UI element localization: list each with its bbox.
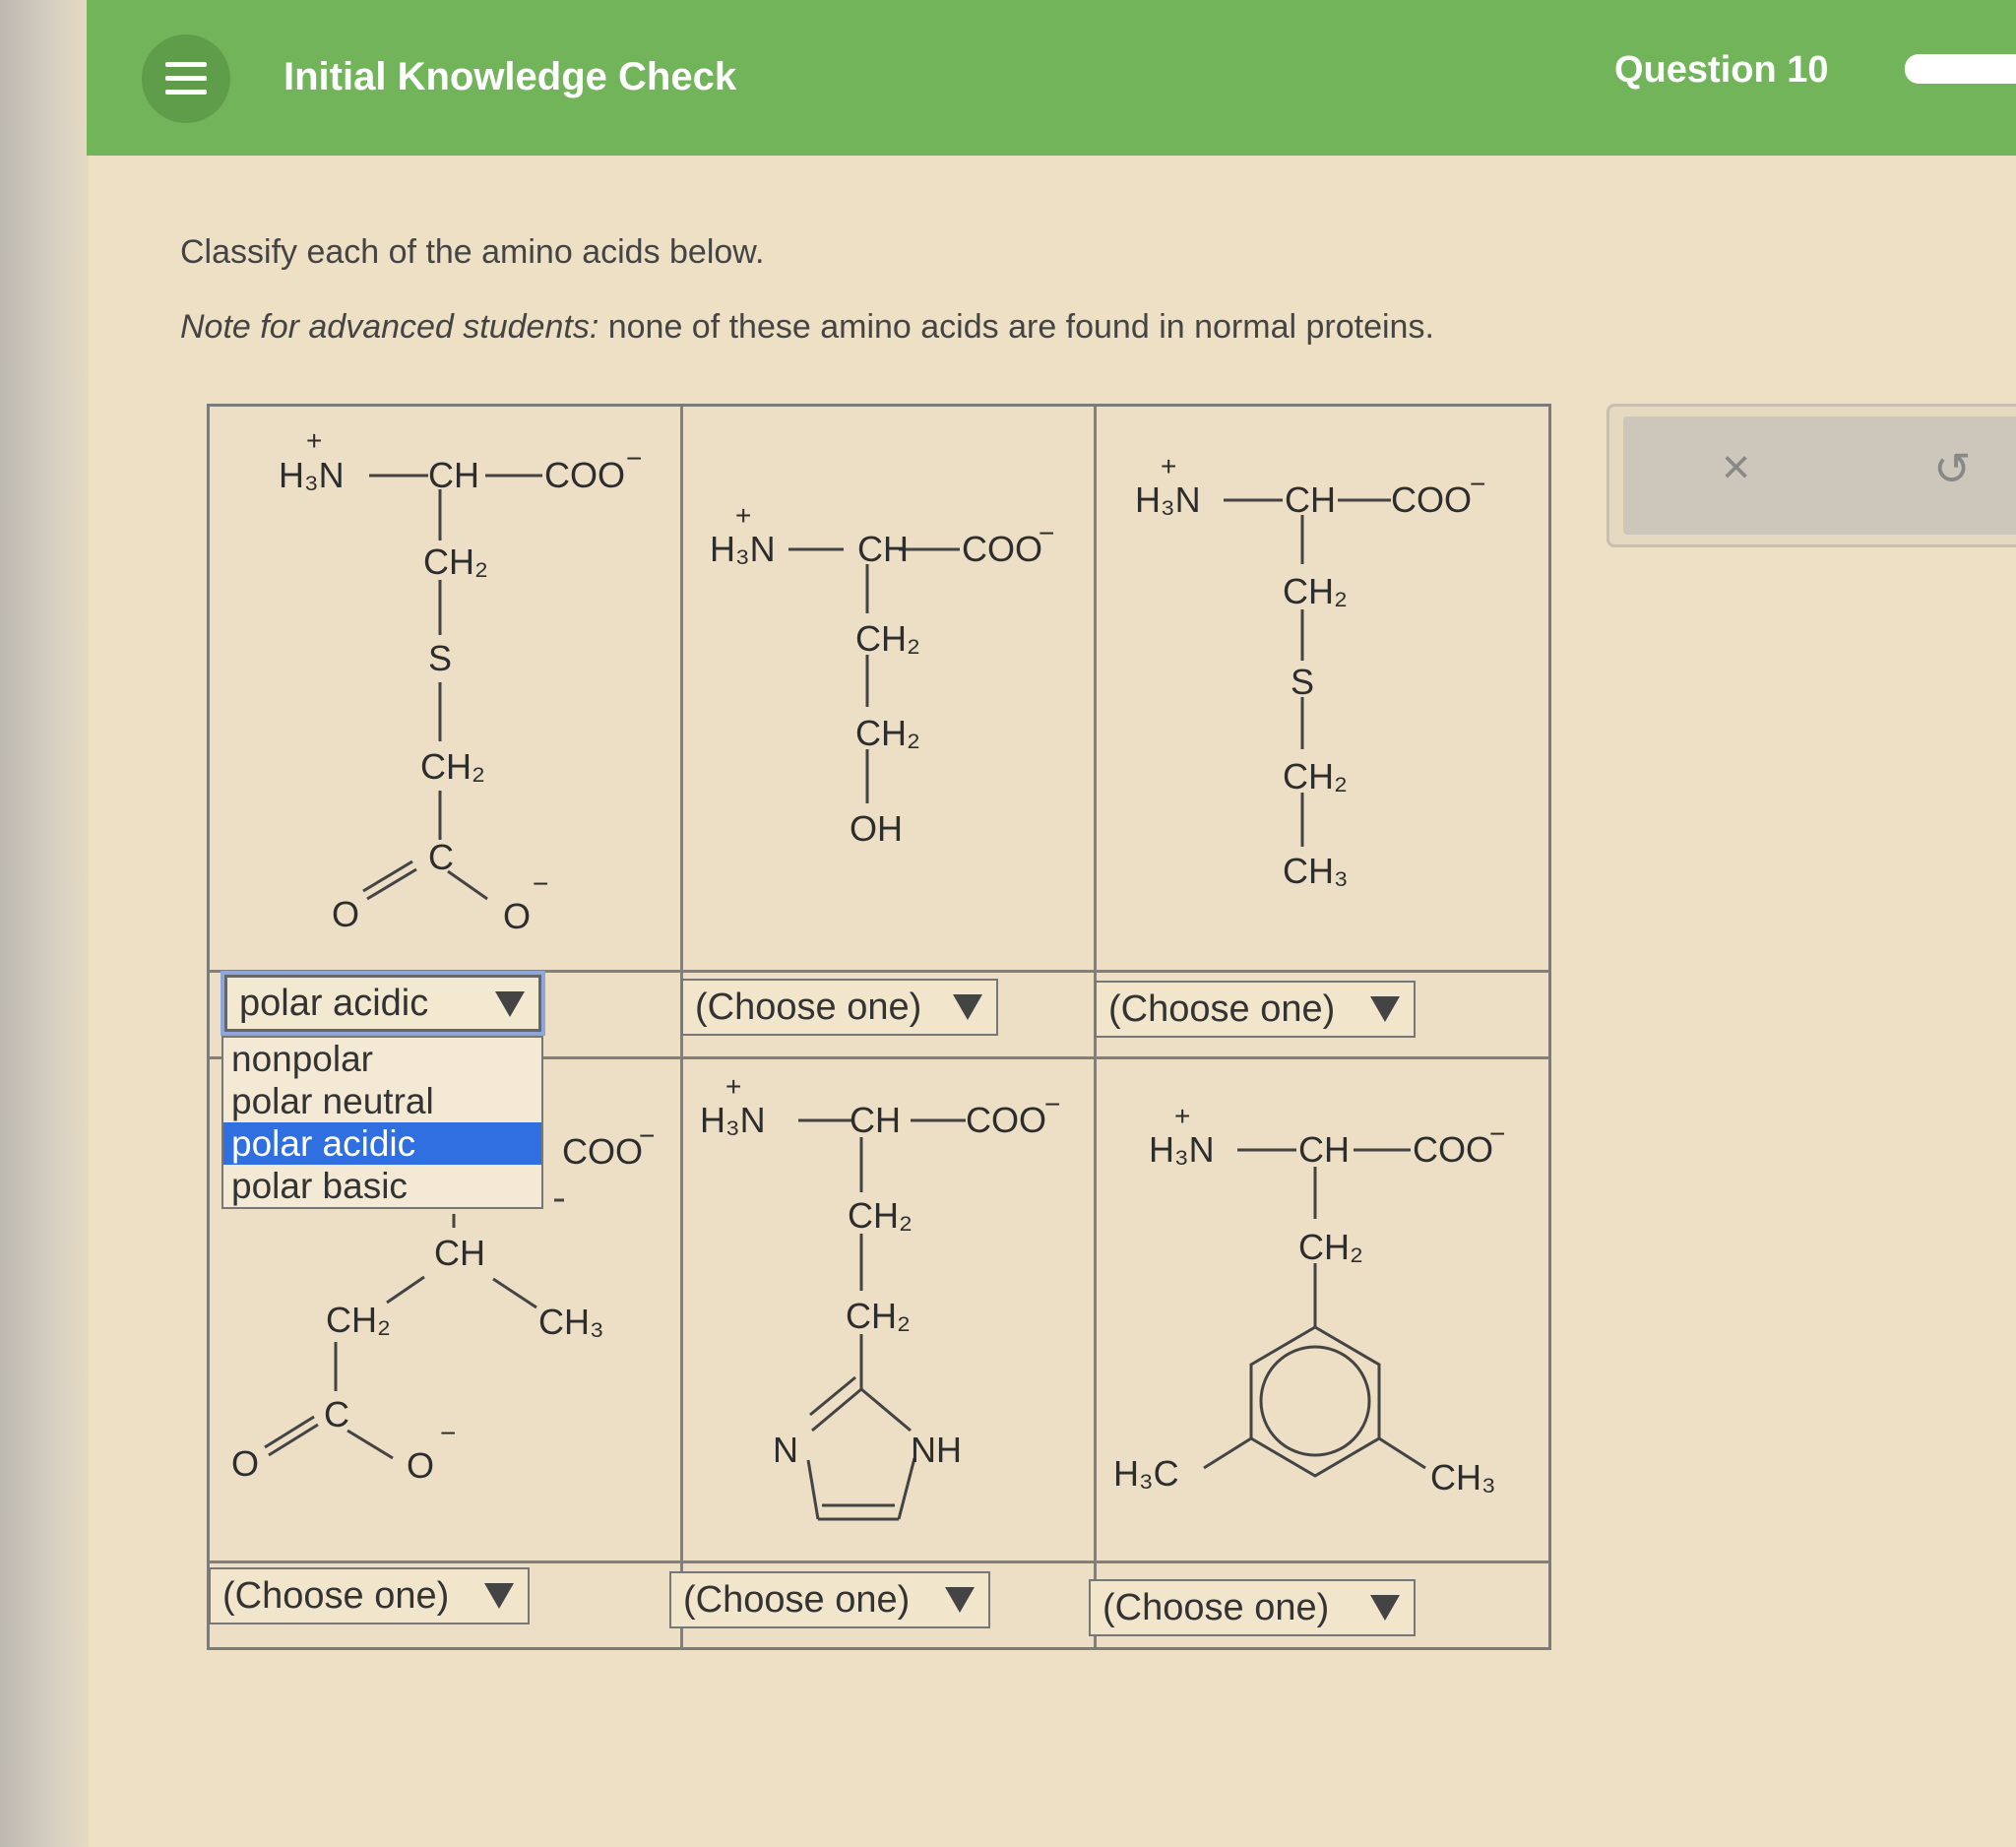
- plus-charge: +: [1161, 451, 1176, 481]
- chevron-down-icon: [484, 1583, 514, 1609]
- tool-panel: × ↺: [1606, 404, 2016, 547]
- s-label: S: [1291, 662, 1314, 702]
- select-value: (Choose one): [695, 986, 922, 1028]
- h3n-label: H₃N: [700, 1100, 766, 1140]
- coo-label: COO: [544, 455, 625, 495]
- o-label: O: [332, 894, 359, 934]
- undo-icon[interactable]: ↺: [1933, 442, 1972, 495]
- ch2-label: CH₂: [420, 746, 485, 787]
- coo-label: COO: [966, 1100, 1046, 1140]
- question-number: Question 10: [1614, 49, 1829, 91]
- chevron-down-icon: [1370, 996, 1400, 1022]
- classify-select-2[interactable]: (Choose one): [681, 979, 998, 1036]
- coo-label: COO: [1391, 479, 1472, 520]
- select-value: (Choose one): [1102, 1586, 1330, 1628]
- nh-label: NH: [911, 1430, 962, 1470]
- minus-charge: −: [1044, 1089, 1060, 1119]
- option-polar-acidic[interactable]: polar acidic: [223, 1122, 541, 1165]
- ch2-label: CH₂: [326, 1300, 391, 1340]
- ch-label: CH: [1285, 479, 1336, 520]
- ch2-label: CH₂: [1298, 1227, 1363, 1267]
- ch3-label: CH₃: [1430, 1457, 1496, 1497]
- chevron-down-icon: [1370, 1595, 1400, 1621]
- tool-panel-inner: × ↺: [1623, 416, 2016, 535]
- ch2-label: CH₂: [855, 713, 920, 753]
- o-label: O: [231, 1443, 259, 1484]
- h3c-label: H₃C: [1113, 1453, 1179, 1494]
- coo-label: COO: [962, 529, 1042, 569]
- advanced-note: Note for advanced students: none of thes…: [180, 308, 1434, 347]
- ch3-label: CH₃: [1283, 851, 1349, 891]
- plus-charge: +: [1174, 1101, 1190, 1131]
- classify-select-1[interactable]: polar acidic: [220, 971, 545, 1036]
- ch2-label: CH₂: [1283, 571, 1348, 611]
- minus-charge: −: [533, 868, 548, 899]
- ch2-label: CH₂: [1283, 756, 1348, 796]
- ch-label: CH: [428, 455, 479, 495]
- option-polar-basic[interactable]: polar basic: [223, 1165, 541, 1207]
- h3n-label: H₃N: [1149, 1129, 1215, 1170]
- note-label: Note for advanced students:: [180, 308, 599, 346]
- minus-charge: −: [1489, 1118, 1505, 1149]
- select-value: polar acidic: [239, 982, 429, 1024]
- ch2-label: CH₂: [855, 618, 920, 659]
- select-value: (Choose one): [1108, 987, 1336, 1030]
- classify-dropdown-list: nonpolar polar neutral polar acidic pola…: [221, 1036, 543, 1209]
- ch-label: CH: [434, 1233, 485, 1273]
- plus-charge: +: [735, 500, 751, 531]
- classify-select-4[interactable]: (Choose one): [209, 1567, 530, 1624]
- classify-select-6[interactable]: (Choose one): [1089, 1579, 1416, 1636]
- h3n-label: H₃N: [279, 455, 345, 495]
- n-label: N: [773, 1430, 798, 1470]
- h3n-label: H₃N: [1135, 479, 1201, 520]
- background-shade: [0, 0, 89, 1847]
- chevron-down-icon: [953, 994, 982, 1020]
- minus-charge: −: [639, 1120, 655, 1151]
- c-label: C: [428, 837, 454, 877]
- close-icon[interactable]: ×: [1722, 438, 1750, 495]
- ch-label: CH: [857, 529, 909, 569]
- option-polar-neutral[interactable]: polar neutral: [223, 1080, 541, 1122]
- chevron-down-icon: [945, 1587, 975, 1613]
- oh-label: OH: [850, 808, 903, 849]
- s-label: S: [428, 638, 452, 678]
- ch-label: CH: [850, 1100, 901, 1140]
- coo-label: COO: [1413, 1129, 1493, 1170]
- o-label: O: [503, 896, 531, 936]
- plus-charge: +: [306, 425, 322, 456]
- coo-label: COO: [562, 1131, 643, 1172]
- h3n-label: H₃N: [710, 529, 776, 569]
- menu-icon[interactable]: [142, 34, 230, 123]
- ch2-label: CH₂: [423, 541, 488, 582]
- select-value: (Choose one): [683, 1578, 911, 1621]
- progress-bar: [1905, 54, 2016, 84]
- note-text: none of these amino acids are found in n…: [598, 308, 1434, 346]
- ch-label: CH: [1298, 1129, 1350, 1170]
- o-label: O: [407, 1445, 434, 1486]
- classify-select-3[interactable]: (Choose one): [1095, 981, 1416, 1038]
- plus-charge: +: [725, 1071, 741, 1102]
- minus-charge: −: [1039, 518, 1054, 548]
- minus-charge: −: [440, 1418, 456, 1448]
- minus-charge: −: [1470, 469, 1485, 499]
- page-title: Initial Knowledge Check: [284, 55, 737, 98]
- c-label: C: [324, 1394, 349, 1434]
- ch3-label: CH₃: [538, 1302, 604, 1342]
- ch2-label: CH₂: [848, 1195, 913, 1236]
- chevron-down-icon: [495, 991, 525, 1017]
- header-bar: Initial Knowledge Check Question 10: [87, 0, 2016, 156]
- select-value: (Choose one): [222, 1574, 450, 1617]
- classify-select-5[interactable]: (Choose one): [669, 1571, 990, 1628]
- option-nonpolar[interactable]: nonpolar: [223, 1038, 541, 1080]
- ch2-label: CH₂: [846, 1296, 911, 1336]
- instruction-text: Classify each of the amino acids below.: [180, 233, 765, 271]
- minus-charge: −: [626, 443, 642, 474]
